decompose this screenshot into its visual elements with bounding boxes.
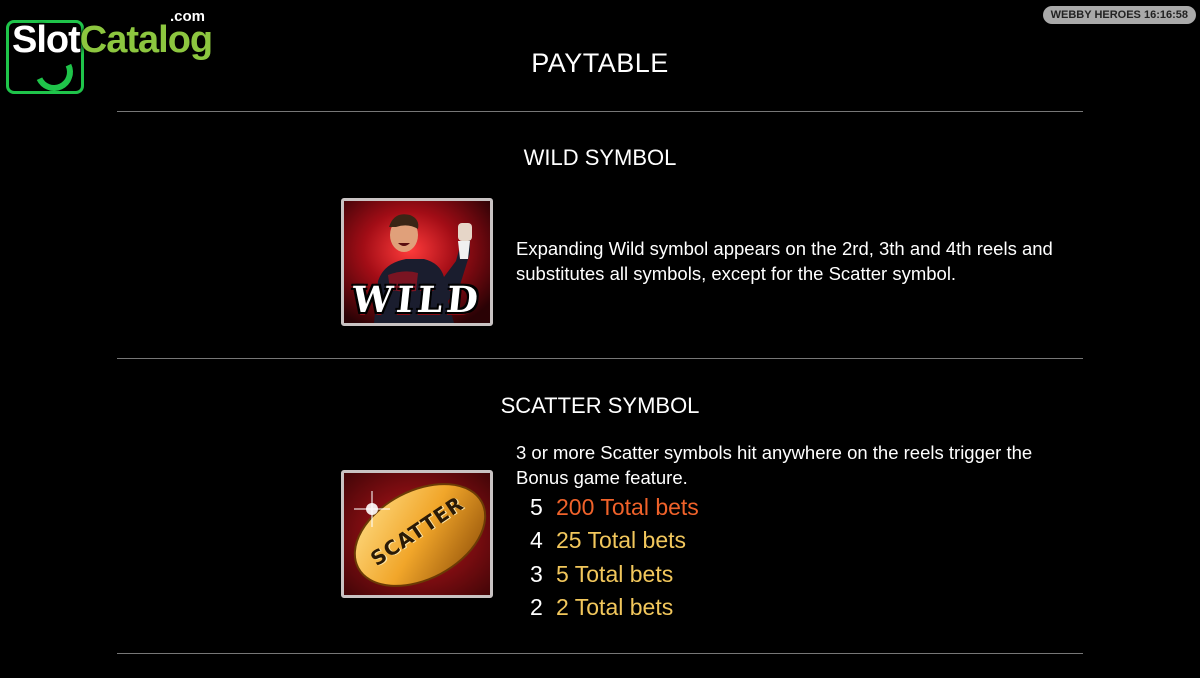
payout-row: 4 25 Total bets xyxy=(530,525,686,555)
page-title: PAYTABLE xyxy=(531,48,669,78)
wild-image-label: WILD xyxy=(349,279,485,321)
payout-count: 3 xyxy=(530,561,543,587)
divider-top xyxy=(117,111,1083,112)
payout-row: 2 2 Total bets xyxy=(530,592,673,622)
payout-value: 5 Total bets xyxy=(556,561,674,587)
scatter-symbol-image: SCATTER xyxy=(341,470,493,598)
status-badge: WEBBY HEROES 16:16:58 xyxy=(1042,6,1196,24)
payout-row: 5 200 Total bets xyxy=(530,492,699,522)
payout-count: 4 xyxy=(530,527,543,553)
scatter-description: 3 or more Scatter symbols hit anywhere o… xyxy=(516,442,1033,488)
payout-value: 2 Total bets xyxy=(556,594,674,620)
divider-bottom xyxy=(117,653,1083,654)
wild-symbol-image: WILD xyxy=(341,198,493,326)
payout-value: 200 Total bets xyxy=(556,494,699,520)
payout-value: 25 Total bets xyxy=(556,527,687,553)
payout-row: 3 5 Total bets xyxy=(530,559,673,589)
divider-middle xyxy=(117,358,1083,359)
payout-count: 5 xyxy=(530,494,543,520)
logo-com-text: .com xyxy=(170,8,206,25)
paytable-screen: SlotCatalog .com WEBBY HEROES 16:16:58 P… xyxy=(0,0,1200,678)
wild-section-title: WILD SYMBOL xyxy=(523,145,677,170)
payout-count: 2 xyxy=(530,594,543,620)
wild-description: Expanding Wild symbol appears on the 2rd… xyxy=(516,238,1053,284)
scatter-section-title: SCATTER SYMBOL xyxy=(500,393,700,418)
